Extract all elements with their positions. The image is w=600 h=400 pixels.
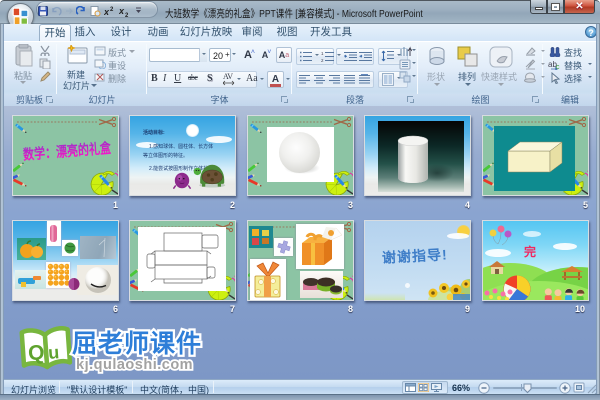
svg-text:Q: Q (27, 341, 45, 365)
svg-text:屈老师课件: 屈老师课件 (72, 330, 202, 358)
svg-text:kj.qulaoshi.com: kj.qulaoshi.com (76, 357, 193, 373)
svg-text:u: u (48, 342, 60, 363)
svg-text:2: 2 (321, 58, 324, 62)
svg-text:2: 2 (110, 7, 114, 13)
svg-text:1: 1 (321, 51, 324, 56)
svg-text:c: c (556, 64, 560, 70)
svg-text:2: 2 (125, 13, 129, 17)
